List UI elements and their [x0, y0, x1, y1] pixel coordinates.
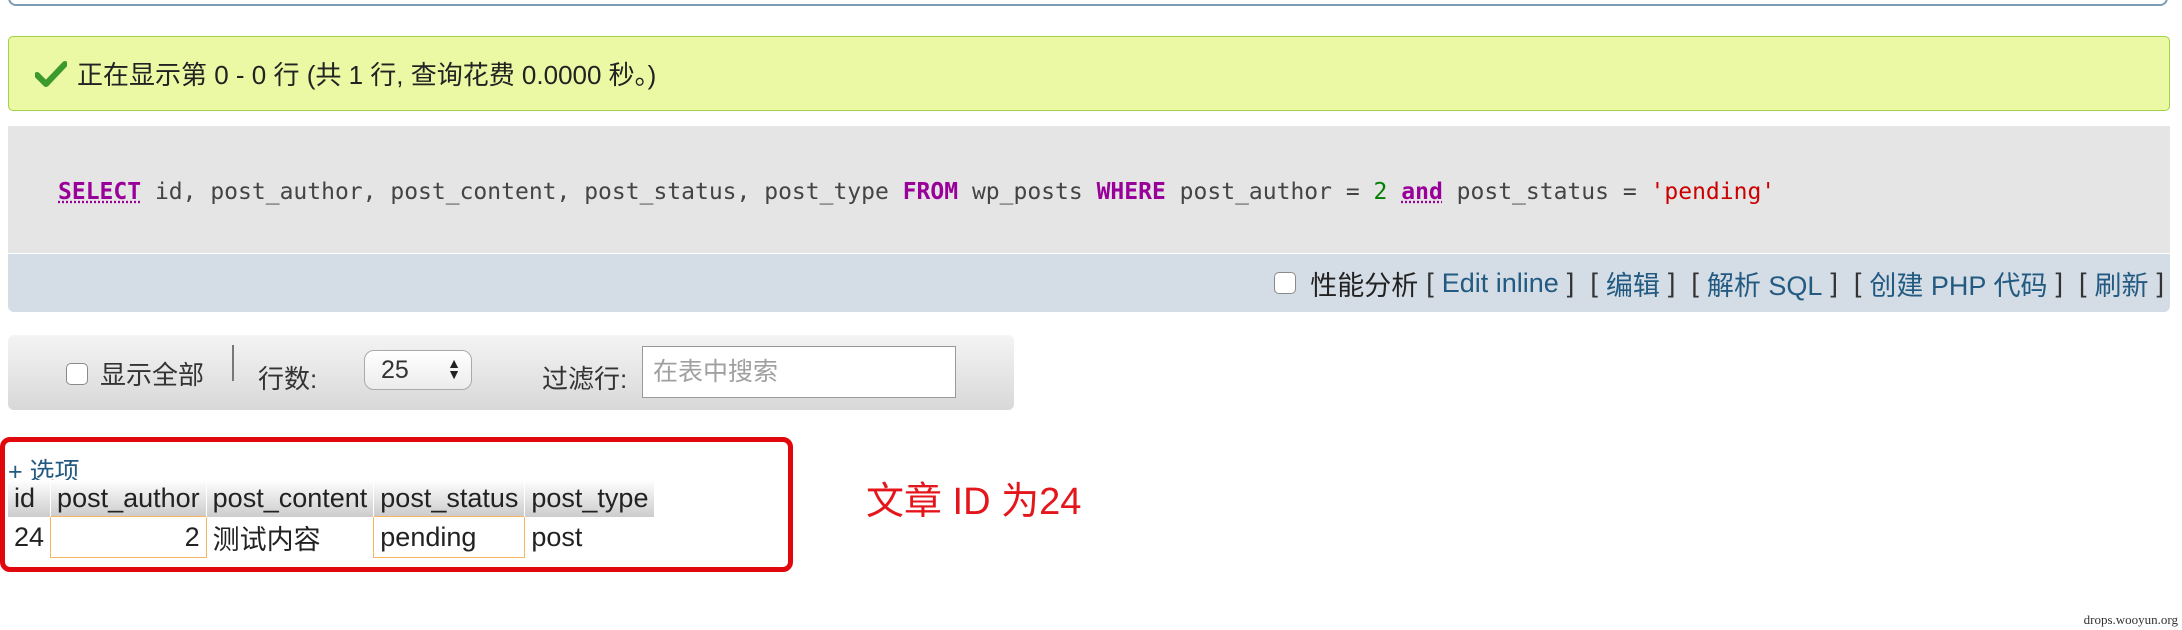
bracket: [ [1426, 267, 1434, 298]
success-message-text: 正在显示第 0 - 0 行 (共 1 行, 查询花费 0.0000 秒。) [77, 60, 657, 90]
cell-post-author[interactable]: 2 [50, 516, 207, 558]
profiling-label: 性能分析 [1310, 270, 1419, 301]
table-row: 24 2 测试内容 pending post [8, 516, 655, 558]
cell-post-content[interactable]: 测试内容 [206, 517, 374, 558]
edit-link[interactable]: 编辑 [1606, 264, 1660, 303]
bracket: [ [2078, 267, 2087, 298]
divider [232, 345, 234, 381]
sql-columns: id, post_author, post_content, post_stat… [141, 179, 903, 205]
explain-sql-link[interactable]: 解析 SQL [1707, 264, 1823, 303]
column-header-post-author[interactable]: post_author [50, 480, 207, 517]
previous-panel-frame [8, 0, 2168, 6]
rows-per-page-value: 25 [381, 355, 409, 384]
profiling-checkbox[interactable] [1274, 272, 1297, 294]
bracket: ] [2156, 267, 2164, 298]
column-header-post-content[interactable]: post_content [206, 480, 375, 517]
sql-string: 'pending' [1650, 179, 1776, 205]
sql-keyword-select[interactable]: SELECT [58, 179, 141, 205]
show-all-control[interactable]: 显示全部 [66, 355, 204, 392]
success-message-bar: 正在显示第 0 - 0 行 (共 1 行, 查询花费 0.0000 秒。) [8, 36, 2170, 111]
column-header-id[interactable]: id [8, 480, 52, 517]
query-actions-bar: 性能分析 [Edit inline] [编辑] [解析 SQL] [创建 PHP… [8, 254, 2170, 312]
show-all-label: 显示全部 [100, 360, 205, 390]
column-header-post-type[interactable]: post_type [524, 480, 656, 517]
checkmark-icon [35, 60, 67, 87]
sql-table: wp_posts [958, 179, 1097, 205]
select-arrows-icon: ▲ ▼ [447, 355, 461, 382]
sql-condition-1: post_author = [1165, 179, 1374, 205]
sql-keyword-where: WHERE [1096, 179, 1166, 205]
bracket: ] [1667, 267, 1676, 298]
filter-rows-label: 过滤行: [542, 364, 628, 394]
table-navigation-panel: 显示全部 行数: 25 ▲ ▼ 过滤行: [8, 335, 1014, 410]
cell-post-status[interactable]: pending [373, 516, 526, 558]
watermark: drops.wooyun.org [2083, 612, 2178, 627]
bracket: [ [1853, 267, 1862, 298]
sql-number: 2 [1373, 179, 1388, 205]
red-annotation-text: 文章 ID 为24 [866, 481, 1082, 523]
filter-rows-input[interactable] [642, 346, 956, 398]
sql-query-text: SELECT id, post_author, post_content, po… [58, 179, 1775, 205]
create-php-code-link[interactable]: 创建 PHP 代码 [1869, 264, 2047, 303]
result-table: id post_author post_content post_status … [8, 480, 656, 558]
sql-query-box: SELECT id, post_author, post_content, po… [8, 126, 2170, 253]
sql-keyword-from: FROM [902, 179, 959, 205]
bracket: ] [1566, 267, 1575, 298]
result-header-row: id post_author post_content post_status … [8, 480, 656, 517]
bracket: [ [1590, 267, 1598, 298]
bracket: ] [1830, 267, 1838, 298]
show-all-checkbox[interactable] [66, 362, 88, 385]
rows-per-page-select[interactable]: 25 ▲ ▼ [364, 350, 472, 390]
column-header-post-status[interactable]: post_status [373, 480, 526, 517]
sql-condition-2: post_status = [1442, 179, 1651, 205]
bracket: ] [2055, 267, 2063, 298]
rows-label: 行数: [258, 364, 318, 394]
cell-id[interactable]: 24 [8, 517, 51, 558]
cell-post-type[interactable]: post [525, 517, 655, 558]
refresh-link[interactable]: 刷新 [2094, 264, 2148, 303]
sql-keyword-and[interactable]: and [1401, 179, 1443, 205]
edit-inline-link[interactable]: Edit inline [1442, 268, 1559, 299]
bracket: [ [1691, 267, 1699, 298]
